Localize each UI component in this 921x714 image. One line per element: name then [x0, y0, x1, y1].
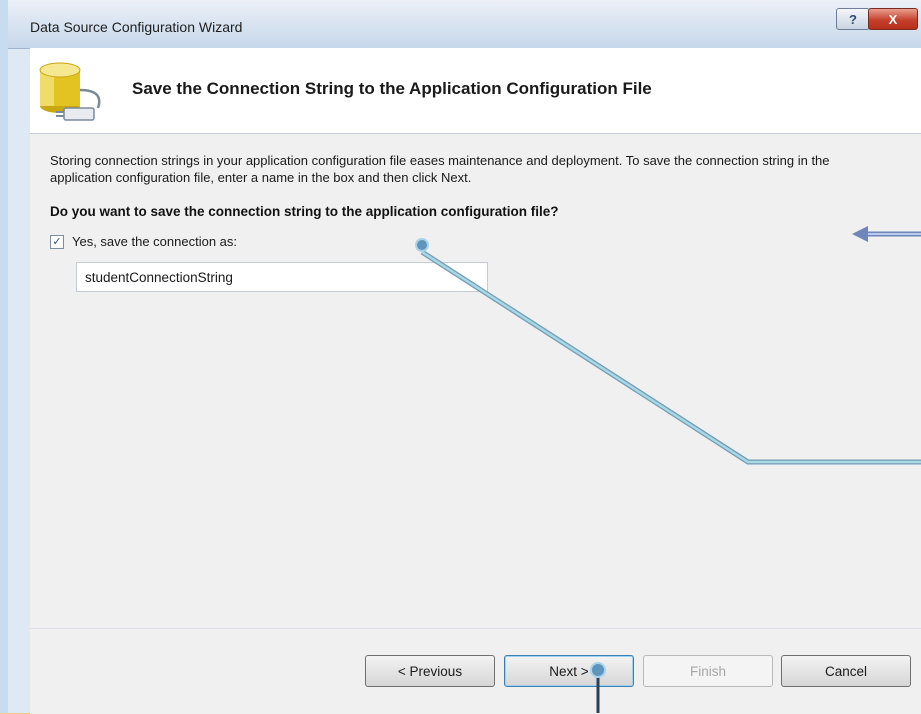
window-title: Data Source Configuration Wizard [30, 19, 243, 35]
page-title: Save the Connection String to the Applic… [132, 79, 652, 98]
button-bar: < Previous Next > Finish Cancel [30, 628, 921, 714]
save-connection-label[interactable]: Yes, save the connection as: [72, 234, 237, 249]
save-question: Do you want to save the connection strin… [50, 204, 559, 219]
help-button[interactable]: ? [836, 8, 870, 30]
help-icon: ? [849, 11, 857, 27]
save-connection-option[interactable]: ✓ Yes, save the connection as: [50, 234, 237, 249]
title-bar[interactable]: Data Source Configuration Wizard ? X [8, 0, 921, 49]
next-button[interactable]: Next > [504, 655, 634, 687]
connection-name-input[interactable] [76, 262, 488, 292]
cancel-button[interactable]: Cancel [781, 655, 911, 687]
wizard-window: Data Source Configuration Wizard ? X Sav… [0, 0, 921, 714]
database-plug-icon [39, 62, 101, 121]
save-connection-checkbox[interactable]: ✓ [50, 234, 64, 249]
wizard-header: Save the Connection String to the Applic… [30, 48, 921, 134]
close-icon: X [888, 11, 898, 27]
description-text: Storing connection strings in your appli… [50, 153, 830, 185]
previous-button[interactable]: < Previous [365, 655, 495, 687]
checkmark-icon: ✓ [52, 235, 62, 248]
wizard-content: Storing connection strings in your appli… [30, 134, 921, 628]
close-button[interactable]: X [868, 8, 918, 30]
finish-button[interactable]: Finish [643, 655, 773, 687]
